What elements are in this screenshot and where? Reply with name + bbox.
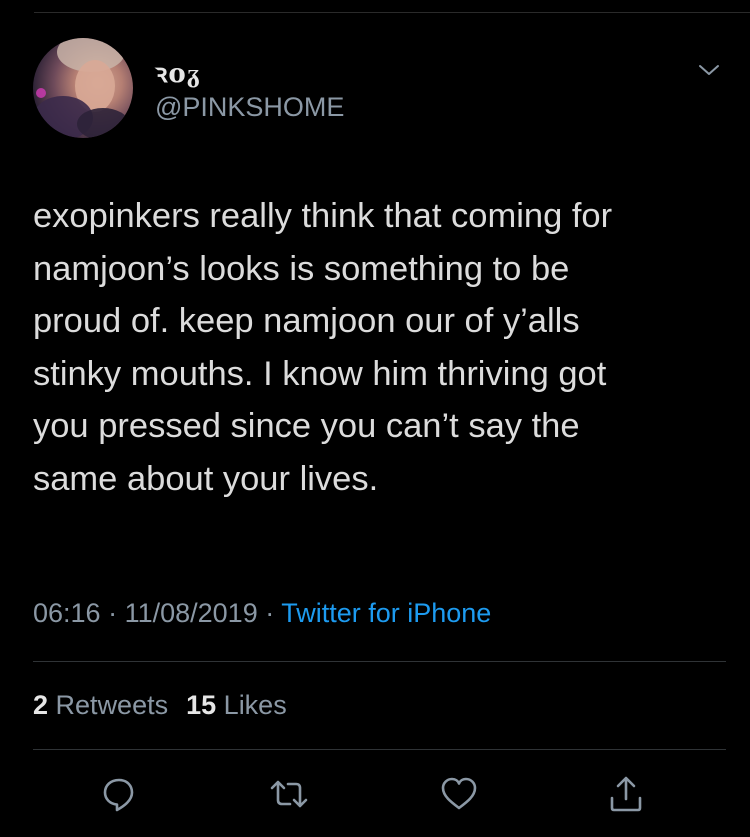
- tweet-time: 06:16: [33, 598, 101, 628]
- tweet-source-link[interactable]: Twitter for iPhone: [281, 598, 491, 628]
- avatar-image: [33, 38, 129, 138]
- tweet-date: 11/08/2019: [124, 598, 258, 628]
- tweet-meta: 06:16 · 11/08/2019 · Twitter for iPhone: [33, 598, 491, 629]
- retweet-icon[interactable]: [267, 772, 311, 816]
- divider: [33, 661, 726, 662]
- likes-stat[interactable]: 15 Likes: [186, 690, 287, 720]
- heart-icon[interactable]: [437, 772, 481, 816]
- avatar[interactable]: [33, 38, 133, 138]
- retweets-stat[interactable]: 2 Retweets: [33, 690, 168, 720]
- top-divider: [34, 12, 750, 13]
- action-bar: [0, 772, 750, 816]
- retweets-label: Retweets: [55, 690, 169, 720]
- user-handle[interactable]: @PINKSHOME: [155, 92, 344, 123]
- engagement-stats: 2 Retweets 15 Likes: [33, 690, 287, 721]
- share-icon[interactable]: [604, 772, 648, 816]
- likes-label: Likes: [223, 690, 287, 720]
- retweets-count: 2: [33, 690, 49, 720]
- meta-separator: ·: [257, 598, 282, 628]
- tweet-text: exopinkers really think that coming for …: [33, 197, 613, 498]
- display-name[interactable]: ꝛoᵹ: [155, 54, 201, 90]
- divider: [33, 749, 726, 750]
- reply-icon[interactable]: [97, 772, 141, 816]
- chevron-down-icon[interactable]: [698, 62, 720, 78]
- likes-count: 15: [186, 690, 217, 720]
- meta-separator: ·: [100, 598, 125, 628]
